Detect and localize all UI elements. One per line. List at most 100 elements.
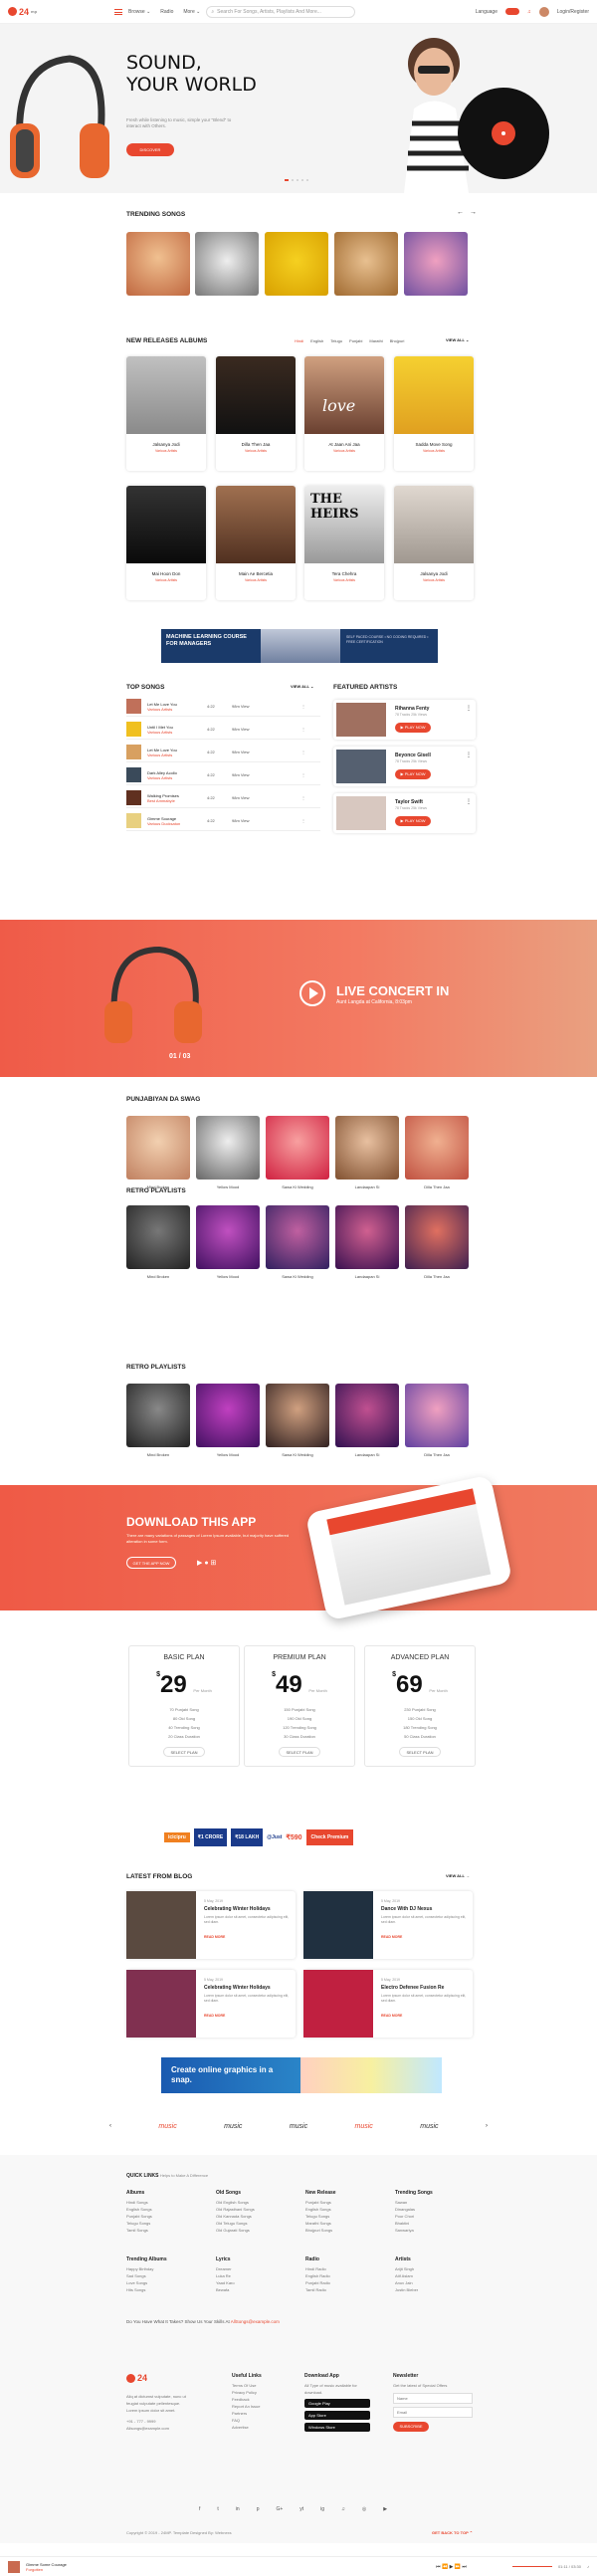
hero-slider-dots[interactable] — [285, 179, 308, 181]
quick-link[interactable]: Telugu Songs — [126, 2220, 152, 2227]
read-more-link[interactable]: READ MORE — [381, 1935, 402, 1939]
blog-post-card[interactable]: 5 May, 2019 Dance With DJ Nexus Lorem ipsu… — [303, 1891, 473, 1959]
artist-menu-icon[interactable]: ⋮ — [466, 751, 472, 758]
album-card[interactable]: Main Ae Bercetia Various Artists — [216, 486, 296, 600]
partner-logo[interactable]: music — [355, 2123, 373, 2130]
site-logo[interactable]: 24 mp — [8, 7, 37, 17]
playlist-thumb[interactable] — [196, 1205, 260, 1269]
menu-icon[interactable] — [114, 8, 123, 15]
playlist-thumb[interactable] — [335, 1116, 399, 1180]
top-songs-view-all[interactable]: VIEW ALL ⌄ — [291, 684, 313, 689]
player-progress[interactable] — [511, 2566, 552, 2567]
filter-marathi[interactable]: Marathi — [369, 338, 382, 343]
quick-link[interactable]: Yaad Karo — [216, 2279, 235, 2286]
social-icon[interactable]: yt — [299, 2506, 303, 2512]
album-card[interactable]: Mai Hoon Don Various Artists — [126, 486, 206, 600]
quick-link[interactable]: English Songs — [126, 2206, 152, 2213]
quick-link[interactable]: Arijit Singh — [395, 2265, 418, 2272]
social-icon[interactable]: ♫ — [341, 2506, 345, 2512]
playlist-thumb[interactable] — [266, 1205, 329, 1269]
song-row[interactable]: Dark Alley Acollo Various Artists 4:22 98m … — [126, 765, 320, 785]
new-releases-view-all[interactable]: VIEW ALL ⌄ — [446, 337, 469, 342]
footer-link[interactable]: Advertise — [232, 2424, 292, 2431]
quick-link[interactable]: Sad Songs — [126, 2272, 167, 2279]
album-card[interactable]: Dilla Then Jaa Various Artists — [216, 356, 296, 471]
playlist-thumb[interactable] — [266, 1116, 329, 1180]
partner-logo[interactable]: music — [420, 2123, 438, 2130]
quick-link[interactable]: Poor Chori — [395, 2213, 433, 2220]
app-store-button[interactable]: App Store — [304, 2411, 370, 2420]
song-menu-icon[interactable]: ⋮ — [301, 772, 305, 777]
footer-link[interactable]: Report An Issue — [232, 2403, 292, 2410]
song-row[interactable]: Gimme Sourage Various Ducksaton 4:22 98m Vi… — [126, 811, 320, 831]
playlist-thumb[interactable] — [335, 1205, 399, 1269]
playlist-thumb[interactable] — [196, 1384, 260, 1447]
play-now-button[interactable]: ▶ PLAY NOW — [395, 723, 431, 733]
song-row[interactable]: Until I Met You Various Artists 4:22 98m Vi… — [126, 720, 320, 740]
store-icons[interactable]: ▶ ● ⊞ — [197, 1559, 216, 1567]
quick-link[interactable]: Hits Songs — [126, 2286, 167, 2293]
footer-link[interactable]: Partners — [232, 2410, 292, 2417]
player-controls[interactable]: ⏮ ⏪ ▶ ⏩ ⏭ — [436, 2564, 467, 2570]
playlist-thumb[interactable] — [266, 1384, 329, 1447]
subscribe-button[interactable]: SUBSCRIBE — [393, 2422, 429, 2432]
quick-link[interactable]: Sawan — [395, 2199, 433, 2206]
album-card[interactable]: Sadda Move Song Various Artists — [394, 356, 474, 471]
partner-logo[interactable]: music — [158, 2123, 176, 2130]
partners-next-icon[interactable]: › — [486, 2123, 488, 2129]
select-plan-button[interactable]: SELECT PLAN — [279, 1747, 320, 1757]
quick-link[interactable]: Marathi Songs — [305, 2220, 336, 2227]
social-icon[interactable]: ig — [320, 2506, 324, 2512]
playlist-thumb[interactable] — [405, 1205, 469, 1269]
quick-link[interactable]: Happy Birthday — [126, 2265, 167, 2272]
quick-link[interactable]: English Songs — [305, 2206, 336, 2213]
search-input[interactable]: ⌕ Search For Songs, Artists, Playlists An… — [206, 5, 356, 18]
volume-icon[interactable]: ♪ — [587, 2564, 589, 2569]
back-to-top-link[interactable]: GET BACK TO TOP ⌃ — [432, 2530, 473, 2535]
quick-link[interactable]: Tamil Radio — [305, 2286, 330, 2293]
song-menu-icon[interactable]: ⋮ — [301, 795, 305, 800]
quick-link[interactable]: Old English Songs — [216, 2199, 255, 2206]
quick-link[interactable]: Luka Re — [216, 2272, 235, 2279]
quick-link[interactable]: Bhaktini — [395, 2220, 433, 2227]
quick-link[interactable]: Telugu Songs — [305, 2213, 336, 2220]
playlist-thumb[interactable] — [196, 1116, 260, 1180]
quick-link[interactable]: Atif Aslam — [395, 2272, 418, 2279]
album-card[interactable]: love At Jaan Ani Jaa Various Artists — [304, 356, 384, 471]
trending-thumb-4[interactable] — [334, 232, 398, 296]
quick-link[interactable]: Old Gujarati Songs — [216, 2227, 255, 2234]
quick-link[interactable]: Bewafa — [216, 2286, 235, 2293]
nav-more[interactable]: More ⌄ — [183, 9, 200, 15]
filter-telugu[interactable]: Telugu — [330, 338, 342, 343]
filter-hindi[interactable]: Hindi — [295, 338, 303, 343]
play-circle-icon[interactable] — [298, 979, 326, 1007]
social-icon[interactable]: f — [199, 2506, 200, 2512]
trending-thumb-5[interactable] — [404, 232, 468, 296]
social-icon[interactable]: p — [257, 2506, 260, 2512]
nav-radio[interactable]: Radio — [160, 9, 173, 15]
filter-punjabi[interactable]: Punjabi — [349, 338, 362, 343]
select-plan-button[interactable]: SELECT PLAN — [399, 1747, 441, 1757]
footer-link[interactable]: FAQ — [232, 2417, 292, 2424]
ml-course-ad[interactable]: MACHINE LEARNING COURSE FOR MANAGERS SEL… — [161, 629, 438, 663]
blog-post-card[interactable]: 5 May, 2019 Electro Defenee Fusion Re Lore… — [303, 1970, 473, 2038]
trending-thumb-2[interactable] — [195, 232, 259, 296]
quick-link[interactable]: Love Songs — [126, 2279, 167, 2286]
blog-post-card[interactable]: 5 May, 2019 Celebrating Winter Holidays Lo… — [126, 1891, 296, 1959]
footer-link[interactable]: Privacy Policy — [232, 2389, 292, 2396]
notification-icon[interactable]: ♫ — [527, 9, 531, 15]
read-more-link[interactable]: READ MORE — [204, 2014, 225, 2018]
playlist-thumb[interactable] — [126, 1205, 190, 1269]
play-now-button[interactable]: ▶ PLAY NOW — [395, 816, 431, 826]
social-icon[interactable]: ▶ — [383, 2506, 387, 2512]
discover-button[interactable]: DISCOVER — [126, 143, 174, 156]
trending-thumb-1[interactable] — [126, 232, 190, 296]
select-plan-button[interactable]: SELECT PLAN — [163, 1747, 205, 1757]
concert-pager[interactable]: 01 / 03 — [169, 1053, 190, 1060]
footer-logo[interactable]: 24 — [126, 2373, 147, 2383]
quick-link[interactable]: Punjabi Songs — [305, 2199, 336, 2206]
read-more-link[interactable]: READ MORE — [204, 1935, 225, 1939]
song-menu-icon[interactable]: ⋮ — [301, 727, 305, 732]
song-menu-icon[interactable]: ⋮ — [301, 704, 305, 709]
playlist-thumb[interactable] — [126, 1384, 190, 1447]
